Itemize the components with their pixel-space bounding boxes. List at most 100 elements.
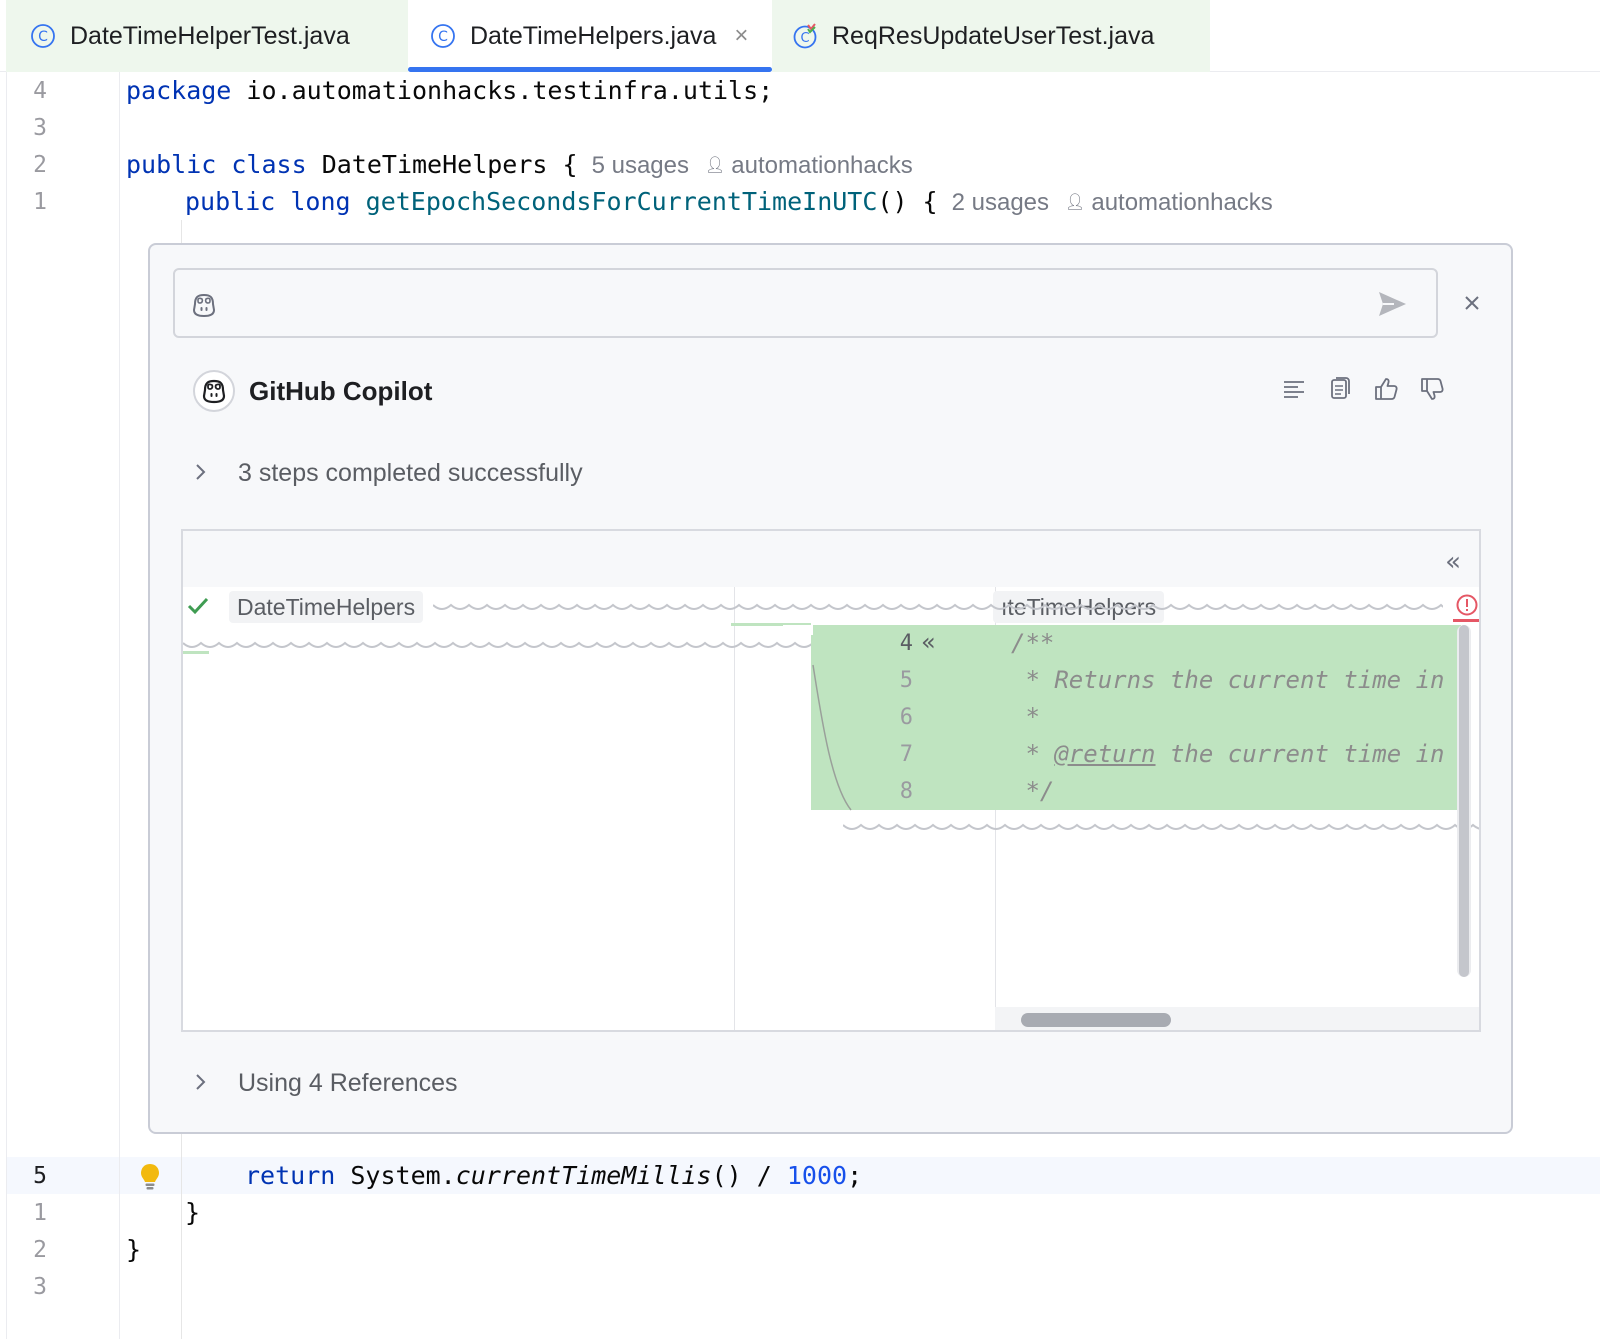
person-icon: 👤︎	[704, 157, 726, 174]
keyword: package	[126, 76, 232, 105]
copilot-inline-chat-popup: GitHub Copilot 3 steps completed success…	[148, 243, 1513, 1134]
javadoc-return-tag: @return	[1054, 740, 1156, 768]
method-name: getEpochSecondsForCurrentTimeInUTC	[365, 187, 878, 216]
keyword: public	[185, 187, 276, 216]
diff-line-number: 4	[899, 631, 913, 656]
svg-text:C: C	[800, 31, 809, 46]
diff-line-number: 7	[899, 742, 913, 767]
line-number: 3	[33, 1274, 47, 1300]
code-line-close-method[interactable]: }	[185, 1198, 200, 1227]
error-marker	[1453, 619, 1479, 622]
diff-code-line: *	[1011, 703, 1040, 731]
package-name: io.automationhacks.testinfra.utils;	[231, 76, 774, 105]
tab-label: DateTimeHelpers.java	[470, 21, 717, 50]
keyword: return	[245, 1161, 336, 1190]
keyword: long	[290, 187, 351, 216]
diff-line-number: 8	[899, 779, 913, 804]
send-icon[interactable]	[1376, 288, 1408, 320]
keyword: public	[126, 150, 217, 179]
person-icon: 👤︎	[1065, 194, 1086, 211]
copilot-icon	[202, 379, 226, 404]
return-object: System.	[335, 1161, 456, 1190]
fold-separator	[183, 641, 813, 648]
usages-hint[interactable]: 5 usages 👤︎ automationhacks	[592, 152, 913, 179]
close-icon[interactable]	[1460, 291, 1484, 315]
class-icon: C	[430, 23, 456, 49]
chevron-right-icon	[194, 1069, 208, 1098]
return-operator: () /	[711, 1161, 787, 1190]
left-file-name: DateTimeHelpers	[229, 591, 424, 623]
copilot-prompt-box[interactable]	[173, 268, 1438, 338]
author-hint: automationhacks	[1091, 189, 1273, 216]
horizontal-scrollbar[interactable]	[1021, 1013, 1171, 1027]
author-hint: automationhacks	[731, 152, 913, 179]
diff-line-number: 5	[899, 668, 913, 693]
steps-completed-toggle[interactable]: 3 steps completed successfully	[194, 459, 583, 488]
diff-connector-mask	[783, 625, 813, 635]
tab-reqresupdateusertest[interactable]: C ReqResUpdateUserTest.java	[772, 0, 1210, 72]
fold-separator	[843, 823, 1479, 830]
collapse-diff-icon[interactable]: «	[1445, 547, 1461, 577]
code-line-return[interactable]: return System.currentTimeMillis() / 1000…	[245, 1161, 862, 1190]
line-number: 3	[33, 115, 47, 141]
thumbs-up-icon[interactable]	[1372, 375, 1400, 403]
tab-datetimehelpers[interactable]: C DateTimeHelpers.java ×	[408, 0, 772, 72]
line-number-current: 5	[33, 1163, 47, 1189]
diff-viewer: « DateTimeHelpers ıteTimeHelpers « 4 5 6…	[181, 529, 1481, 1032]
editor-gutter	[0, 72, 120, 1339]
copilot-avatar	[193, 370, 235, 412]
references-label: Using 4 References	[238, 1069, 458, 1097]
class-name: DateTimeHelpers {	[306, 150, 578, 179]
lightbulb-icon[interactable]	[139, 1162, 161, 1192]
code-line-package[interactable]: package io.automationhacks.testinfra.uti…	[126, 76, 773, 105]
checkmark-icon	[187, 597, 209, 615]
thumbs-down-icon[interactable]	[1418, 375, 1446, 403]
copilot-title: GitHub Copilot	[249, 375, 433, 406]
tab-label: DateTimeHelperTest.java	[70, 21, 350, 50]
class-icon: C	[30, 23, 56, 49]
test-class-icon: C	[792, 23, 818, 49]
diff-connector	[811, 625, 861, 811]
diff-code-line: * @return the current time in	[1011, 740, 1445, 768]
diff-code-line: */	[1011, 777, 1055, 805]
copy-icon[interactable]	[1326, 375, 1354, 403]
close-tab-icon[interactable]: ×	[734, 22, 748, 50]
diff-line-number: 6	[899, 705, 913, 730]
code-line-method[interactable]: public long getEpochSecondsForCurrentTim…	[185, 187, 1273, 217]
diff-toolbar: «	[183, 531, 1479, 587]
keyword: class	[231, 150, 307, 179]
line-number: 2	[33, 152, 47, 178]
line-number: 1	[33, 189, 47, 215]
code-line-close-class[interactable]: }	[126, 1235, 141, 1264]
copilot-response-actions	[1280, 375, 1446, 403]
diff-code-line: /**	[1011, 629, 1055, 657]
tab-datetimehelpertest[interactable]: C DateTimeHelperTest.java	[6, 0, 408, 72]
fold-separator	[433, 603, 1443, 610]
copilot-prompt-input[interactable]	[233, 284, 1353, 324]
indent-guide	[181, 1134, 182, 1339]
line-number: 1	[33, 1200, 47, 1226]
svg-text:C: C	[38, 29, 48, 45]
code-line-class[interactable]: public class DateTimeHelpers {5 usages 👤︎…	[126, 150, 913, 180]
error-icon[interactable]	[1455, 593, 1479, 617]
svg-text:C: C	[438, 29, 448, 45]
chevron-right-icon	[194, 459, 208, 488]
diff-code-line: * Returns the current time in	[1011, 666, 1445, 694]
insert-icon[interactable]	[1280, 375, 1308, 403]
vertical-scrollbar[interactable]	[1459, 625, 1469, 977]
editor-left-edge	[0, 72, 7, 1339]
method-signature-rest: () {	[877, 187, 938, 216]
usages-hint[interactable]: 2 usages 👤︎ automationhacks	[952, 189, 1273, 216]
indent-guide	[181, 220, 182, 243]
method-call: currentTimeMillis	[455, 1161, 712, 1190]
line-number: 4	[33, 78, 47, 104]
change-marker	[183, 651, 209, 654]
line-number: 2	[33, 1237, 47, 1263]
copilot-response-header: GitHub Copilot	[193, 369, 432, 413]
number-literal: 1000	[786, 1161, 848, 1190]
editor-tab-bar: C DateTimeHelperTest.java C DateTimeHelp…	[0, 0, 1600, 72]
steps-label: 3 steps completed successfully	[238, 459, 583, 487]
semicolon: ;	[847, 1161, 863, 1190]
apply-change-icon[interactable]: «	[921, 628, 936, 656]
references-toggle[interactable]: Using 4 References	[194, 1069, 458, 1098]
